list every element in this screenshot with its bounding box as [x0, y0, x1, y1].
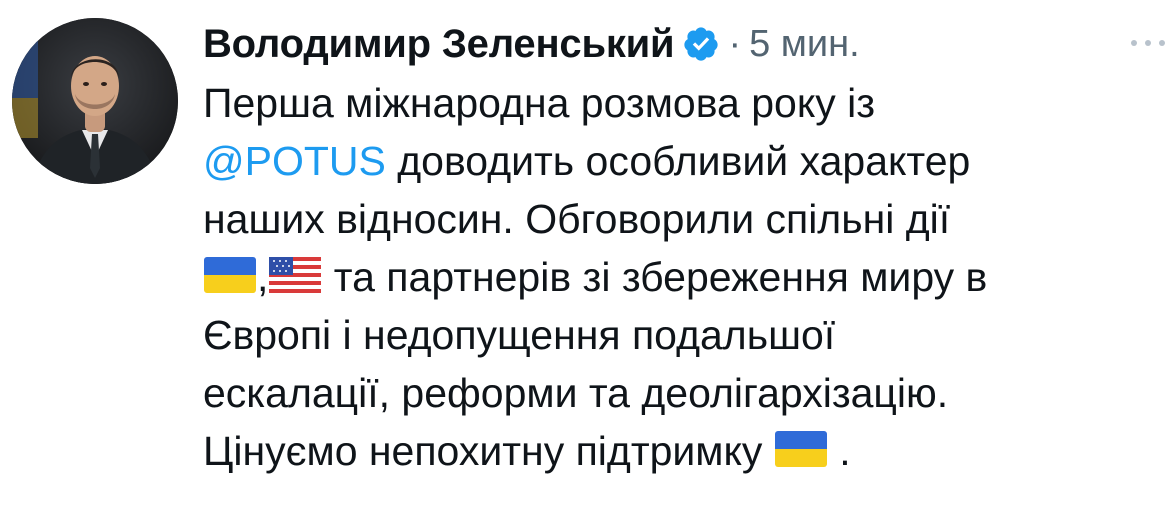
- tweet-line-7: Цінуємо непохитну підтримку .: [203, 422, 1163, 480]
- tweet-line-2: @POTUS доводить особливий характер: [203, 132, 1163, 190]
- ukraine-flag-icon-2: [774, 426, 828, 484]
- tweet-line-7-end: .: [827, 428, 851, 474]
- tweet-line-5: Європі і недопущення подальшої: [203, 312, 836, 358]
- usa-flag-icon: [268, 252, 322, 310]
- tweet-line-1: Перша міжнародна розмова року із: [203, 80, 876, 126]
- verified-badge-icon: [682, 25, 720, 63]
- tweet-line-3: наших відносин. Обговорили спільні дії: [203, 196, 951, 242]
- time-separator: ·: [728, 22, 742, 65]
- tweet-line-6: ескалації, реформи та деолігархізацію.: [203, 370, 949, 416]
- avatar[interactable]: [12, 18, 178, 184]
- flag-comma: ,: [257, 254, 269, 300]
- ukraine-flag-icon: [203, 252, 257, 310]
- tweet-line-2-text: доводить особливий характер: [385, 138, 971, 184]
- tweet-line-4: , та партнерів зі збереження миру в: [203, 248, 1163, 306]
- author-name[interactable]: Володимир Зеленський: [203, 22, 675, 67]
- tweet-timestamp[interactable]: 5 мин.: [749, 23, 860, 66]
- avatar-photo: [12, 18, 178, 184]
- tweet-header: Володимир Зеленський · 5 мин.: [203, 14, 1163, 74]
- mention-link[interactable]: @POTUS: [203, 138, 386, 184]
- tweet-line-7-text: Цінуємо непохитну підтримку: [203, 428, 763, 474]
- tweet-text: Перша міжнародна розмова року із @POTUS …: [203, 74, 1163, 480]
- more-options-icon[interactable]: [1121, 26, 1175, 60]
- tweet-line-4-text: та партнерів зі збереження миру в: [322, 254, 988, 300]
- tweet-card[interactable]: Володимир Зеленський · 5 мин. Перша міжн…: [0, 0, 1176, 524]
- tweet-content: Володимир Зеленський · 5 мин. Перша міжн…: [203, 14, 1165, 480]
